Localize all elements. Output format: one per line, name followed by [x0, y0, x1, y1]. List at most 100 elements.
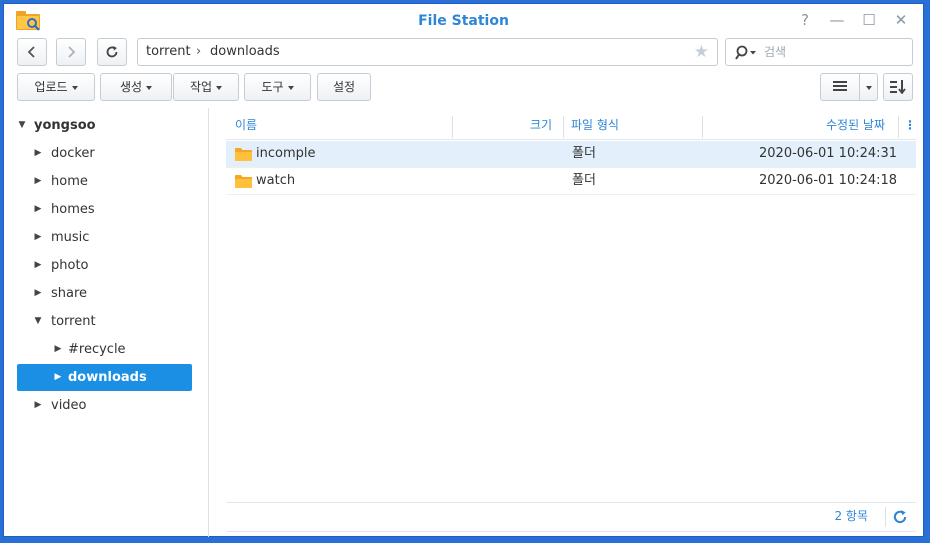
- file-modified: 2020-06-01 10:24:18: [759, 173, 898, 188]
- view-mode-button[interactable]: [820, 73, 860, 101]
- action-label: 작업: [189, 80, 213, 94]
- maximize-button[interactable]: ☐: [859, 11, 879, 29]
- back-button[interactable]: [17, 38, 47, 66]
- sort-icon: [890, 80, 906, 95]
- view-mode-dropdown[interactable]: [859, 73, 878, 101]
- tree-item-label: share: [51, 286, 88, 301]
- tree-item-recycle[interactable]: ▶ #recycle: [17, 336, 192, 363]
- tree-item-label: music: [51, 230, 90, 245]
- forward-button[interactable]: [56, 38, 86, 66]
- tree-item-home[interactable]: ▶ home: [17, 168, 192, 195]
- tree-item-label: video: [51, 398, 87, 413]
- create-label: 생성: [119, 80, 143, 94]
- tree-item-docker[interactable]: ▶ docker: [17, 140, 192, 167]
- breadcrumb-torrent[interactable]: torrent: [146, 39, 191, 65]
- tree-root-label: yongsoo: [34, 118, 96, 133]
- tools-label: 도구: [261, 80, 284, 94]
- file-row-incomple[interactable]: incomple 폴더 2020-06-01 10:24:31: [226, 141, 916, 168]
- column-options-icon[interactable]: ⋮: [904, 112, 916, 139]
- folder-icon: [235, 175, 252, 188]
- status-divider: [885, 507, 886, 527]
- expanded-arrow-icon[interactable]: ▼: [33, 308, 43, 335]
- tree-item-label: downloads: [68, 370, 147, 385]
- tree-item-label: home: [51, 174, 88, 189]
- file-name: incomple: [256, 146, 316, 161]
- tree-item-label: torrent: [51, 314, 96, 329]
- refresh-icon[interactable]: [892, 509, 908, 525]
- file-type: 폴더: [572, 173, 596, 188]
- column-divider[interactable]: [452, 116, 453, 138]
- tree-item-downloads[interactable]: ▶ downloads: [17, 364, 192, 391]
- settings-button[interactable]: 설정: [317, 73, 371, 101]
- tree-item-label: homes: [51, 202, 95, 217]
- sort-button[interactable]: [883, 73, 913, 101]
- chevron-down-icon: [865, 85, 872, 90]
- tree-item-label: docker: [51, 146, 95, 161]
- collapsed-arrow-icon[interactable]: ▶: [33, 168, 43, 195]
- column-divider[interactable]: [702, 116, 703, 138]
- star-icon[interactable]: ★: [694, 39, 709, 65]
- file-list-header: 이름 크기 파일 형식 수정된 날짜 ⋮: [226, 112, 916, 140]
- search-placeholder: 검색: [764, 45, 787, 59]
- minimize-button[interactable]: —: [827, 11, 847, 29]
- chevron-down-icon: [146, 85, 153, 90]
- item-count: 2 항목: [834, 509, 868, 523]
- tools-button[interactable]: 도구: [244, 73, 311, 101]
- collapsed-arrow-icon[interactable]: ▶: [33, 224, 43, 251]
- breadcrumb-separator: ›: [196, 44, 202, 59]
- column-header-name[interactable]: 이름: [235, 112, 257, 139]
- tree-item-label: photo: [51, 258, 89, 273]
- breadcrumb-downloads[interactable]: downloads: [210, 39, 280, 65]
- action-toolbar: 업로드 생성 작업 도구 설정: [4, 73, 923, 105]
- chevron-right-icon: [68, 46, 76, 58]
- settings-label: 설정: [332, 80, 356, 94]
- collapsed-arrow-icon[interactable]: ▶: [33, 280, 43, 307]
- action-button[interactable]: 작업: [173, 73, 239, 101]
- collapsed-arrow-icon[interactable]: ▶: [53, 364, 63, 391]
- column-divider[interactable]: [898, 116, 899, 138]
- chevron-down-icon: [287, 85, 294, 90]
- search-input[interactable]: 검색: [725, 38, 913, 66]
- tree-root-yongsoo[interactable]: ▼ yongsoo: [17, 112, 192, 139]
- column-divider[interactable]: [563, 116, 564, 138]
- collapsed-arrow-icon[interactable]: ▶: [33, 392, 43, 419]
- column-header-modified[interactable]: 수정된 날짜: [826, 112, 885, 139]
- tree-item-video[interactable]: ▶ video: [17, 392, 192, 419]
- file-station-window: File Station ? — ☐ ✕ torrent › downloads: [3, 3, 924, 537]
- chevron-down-icon: [216, 85, 223, 90]
- column-header-type[interactable]: 파일 형식: [571, 112, 619, 139]
- path-bar[interactable]: torrent › downloads ★: [137, 38, 718, 66]
- tree-item-music[interactable]: ▶ music: [17, 224, 192, 251]
- file-row-watch[interactable]: watch 폴더 2020-06-01 10:24:18: [226, 168, 916, 195]
- collapsed-arrow-icon[interactable]: ▶: [33, 196, 43, 223]
- collapsed-arrow-icon[interactable]: ▶: [53, 336, 63, 363]
- collapsed-arrow-icon[interactable]: ▶: [33, 252, 43, 279]
- navigation-toolbar: torrent › downloads ★ 검색: [4, 38, 923, 70]
- file-list-panel: 이름 크기 파일 형식 수정된 날짜 ⋮ incomple 폴더 2020-06…: [211, 108, 923, 536]
- close-button[interactable]: ✕: [891, 11, 911, 29]
- upload-label: 업로드: [34, 80, 68, 94]
- file-name: watch: [256, 173, 296, 188]
- file-modified: 2020-06-01 10:24:31: [759, 146, 898, 161]
- tree-item-homes[interactable]: ▶ homes: [17, 196, 192, 223]
- upload-button[interactable]: 업로드: [17, 73, 95, 101]
- tree-item-torrent[interactable]: ▼ torrent: [17, 308, 192, 335]
- refresh-icon: [106, 46, 118, 58]
- tree-item-share[interactable]: ▶ share: [17, 280, 192, 307]
- tree-item-label: #recycle: [68, 342, 126, 357]
- refresh-button[interactable]: [97, 38, 127, 66]
- collapsed-arrow-icon[interactable]: ▶: [33, 140, 43, 167]
- window-title: File Station: [418, 13, 509, 29]
- tree-item-photo[interactable]: ▶ photo: [17, 252, 192, 279]
- search-icon[interactable]: [735, 45, 757, 61]
- folder-tree: ▼ yongsoo ▶ docker ▶ home ▶ homes ▶ musi…: [4, 108, 209, 537]
- list-view-icon: [833, 81, 847, 91]
- help-button[interactable]: ?: [795, 11, 815, 29]
- chevron-down-icon: [71, 85, 78, 90]
- column-header-size[interactable]: 크기: [530, 112, 552, 139]
- status-bar: 2 항목: [226, 502, 916, 532]
- expanded-arrow-icon[interactable]: ▼: [17, 112, 27, 139]
- chevron-left-icon: [27, 46, 35, 58]
- folder-icon: [235, 148, 252, 161]
- create-button[interactable]: 생성: [100, 73, 172, 101]
